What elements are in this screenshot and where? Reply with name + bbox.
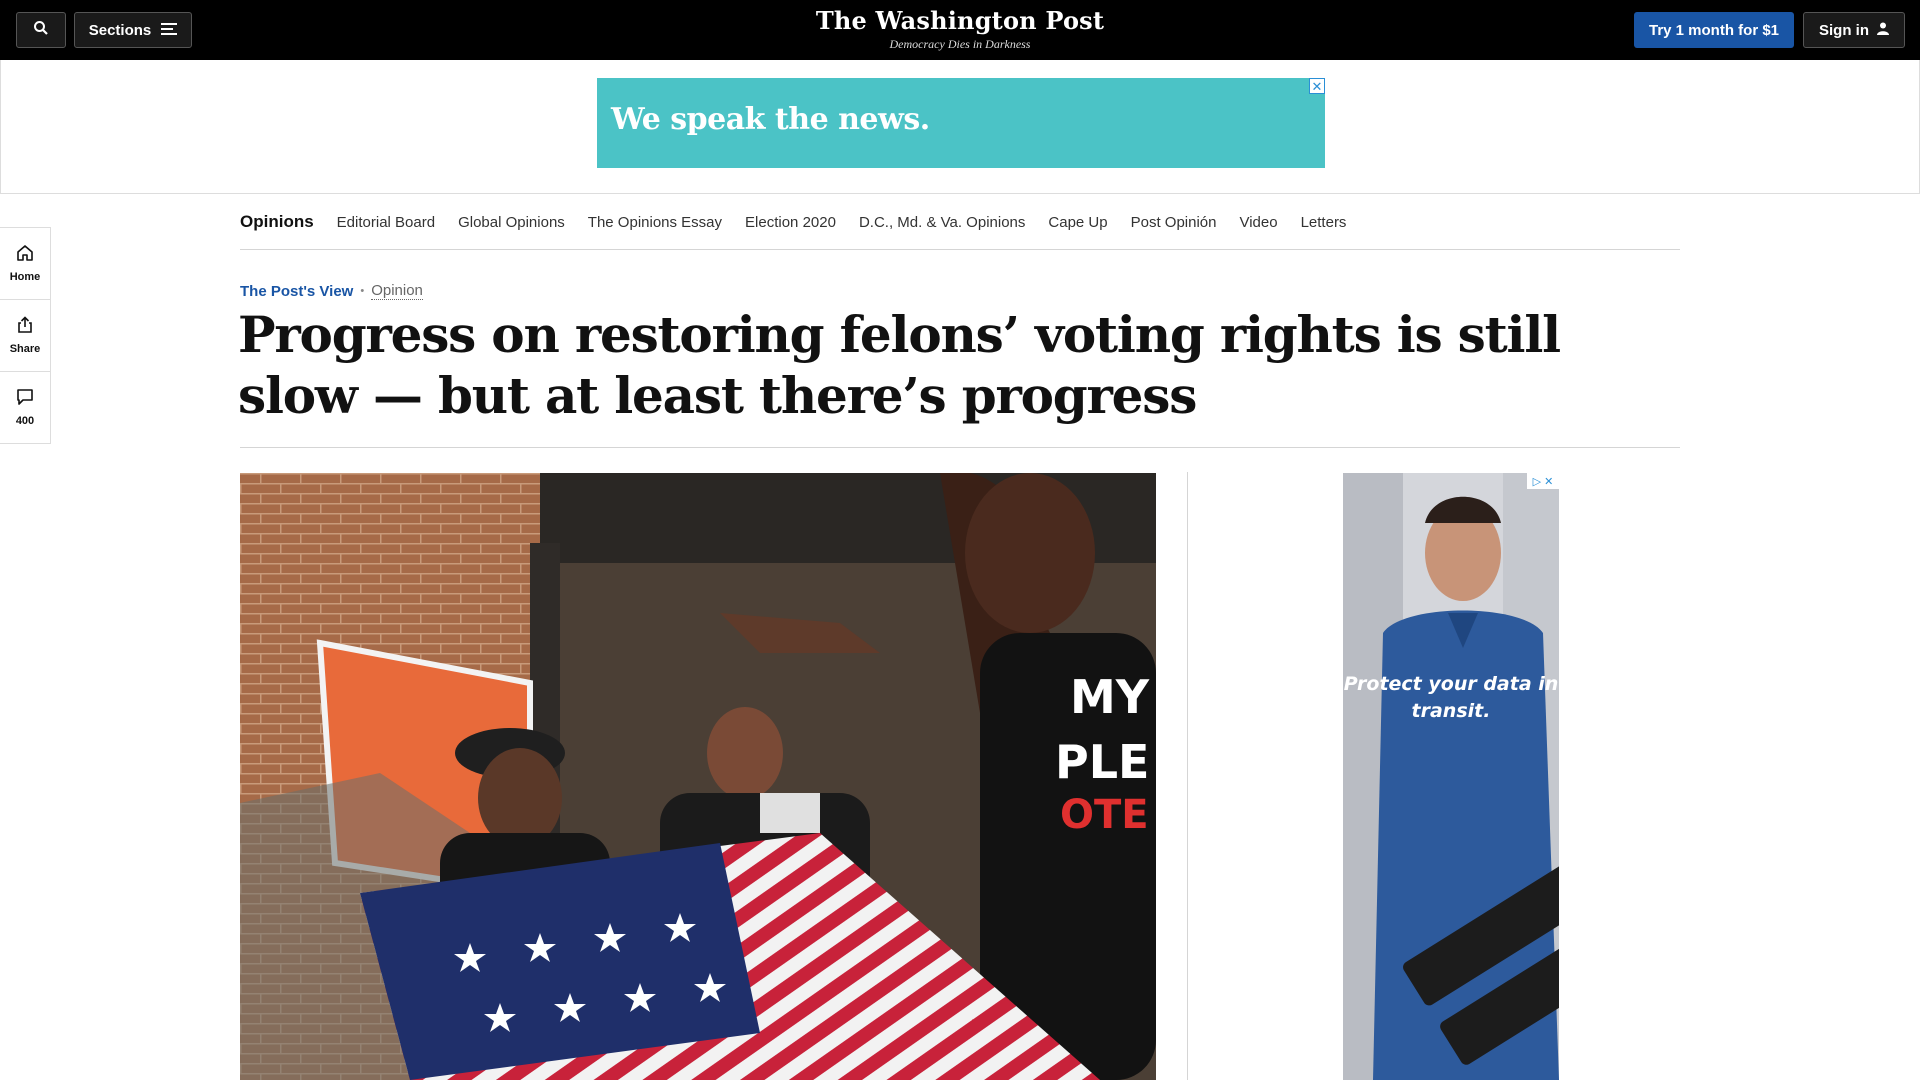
- nav-item-global-opinions[interactable]: Global Opinions: [458, 214, 565, 231]
- sign-in-label: Sign in: [1819, 21, 1869, 39]
- comments-button[interactable]: 400: [0, 372, 50, 443]
- top-navigation-bar: Sections The Washington Post Democracy D…: [0, 0, 1920, 60]
- home-icon: [16, 244, 34, 265]
- sections-menu-button[interactable]: Sections: [74, 12, 192, 48]
- share-button[interactable]: Share: [0, 300, 50, 372]
- adchoices-icon[interactable]: ▷ ✕: [1527, 473, 1559, 489]
- nav-item-video[interactable]: Video: [1239, 214, 1277, 231]
- menu-icon: [161, 22, 178, 39]
- nav-item-editorial-board[interactable]: Editorial Board: [337, 214, 435, 231]
- sidebar-ad-text: Protect your data in transit.: [1343, 673, 1559, 722]
- user-icon: [1877, 22, 1889, 39]
- lead-photo[interactable]: MY PLE OTE: [240, 473, 1156, 1080]
- section-navigation: Opinions Editorial Board Global Opinions…: [240, 195, 1680, 250]
- home-button[interactable]: Home: [0, 228, 50, 300]
- sidebar-ad[interactable]: Protect your data in transit. ▷ ✕: [1343, 473, 1559, 1080]
- kicker-section[interactable]: Opinion: [371, 282, 423, 300]
- subscribe-button[interactable]: Try 1 month for $1: [1634, 12, 1794, 48]
- leaderboard-ad-text: We speak the news.: [611, 102, 930, 137]
- kicker-label[interactable]: The Post's View: [240, 283, 353, 300]
- nav-item-opinions[interactable]: Opinions: [240, 212, 314, 232]
- masthead[interactable]: The Washington Post Democracy Dies in Da…: [760, 6, 1160, 52]
- sections-label: Sections: [88, 21, 152, 39]
- svg-text:OTE: OTE: [1060, 792, 1149, 838]
- headline-divider: [240, 447, 1680, 448]
- article-headline: Progress on restoring felons’ voting rig…: [238, 305, 1561, 425]
- leaderboard-ad[interactable]: We speak the news. ✕: [597, 78, 1325, 168]
- svg-text:MY: MY: [1070, 670, 1150, 724]
- share-label: Share: [9, 343, 41, 355]
- left-share-rail: Home Share 400: [0, 227, 51, 444]
- nav-item-cape-up[interactable]: Cape Up: [1048, 214, 1107, 231]
- svg-text:PLE: PLE: [1055, 735, 1149, 789]
- search-button[interactable]: [16, 12, 66, 48]
- comments-count: 400: [15, 415, 35, 427]
- nav-item-opinions-essay[interactable]: The Opinions Essay: [588, 214, 722, 231]
- share-icon: [16, 316, 34, 337]
- article-kicker: The Post's View • Opinion: [240, 282, 423, 300]
- home-label: Home: [9, 271, 41, 283]
- close-icon[interactable]: ✕: [1309, 78, 1325, 94]
- nav-item-election-2020[interactable]: Election 2020: [745, 214, 836, 231]
- search-icon: [33, 20, 49, 40]
- column-divider: [1187, 472, 1188, 1080]
- nav-item-post-opinion[interactable]: Post Opinión: [1131, 214, 1217, 231]
- leaderboard-ad-container: We speak the news. ✕: [0, 60, 1920, 194]
- comment-icon: [16, 388, 34, 409]
- sign-in-button[interactable]: Sign in: [1803, 12, 1905, 48]
- site-tagline: Democracy Dies in Darkness: [889, 37, 1031, 51]
- kicker-separator: •: [360, 285, 365, 297]
- nav-item-dc-md-va-opinions[interactable]: D.C., Md. & Va. Opinions: [859, 214, 1025, 231]
- site-logo[interactable]: The Washington Post: [760, 6, 1160, 35]
- nav-item-letters[interactable]: Letters: [1301, 214, 1347, 231]
